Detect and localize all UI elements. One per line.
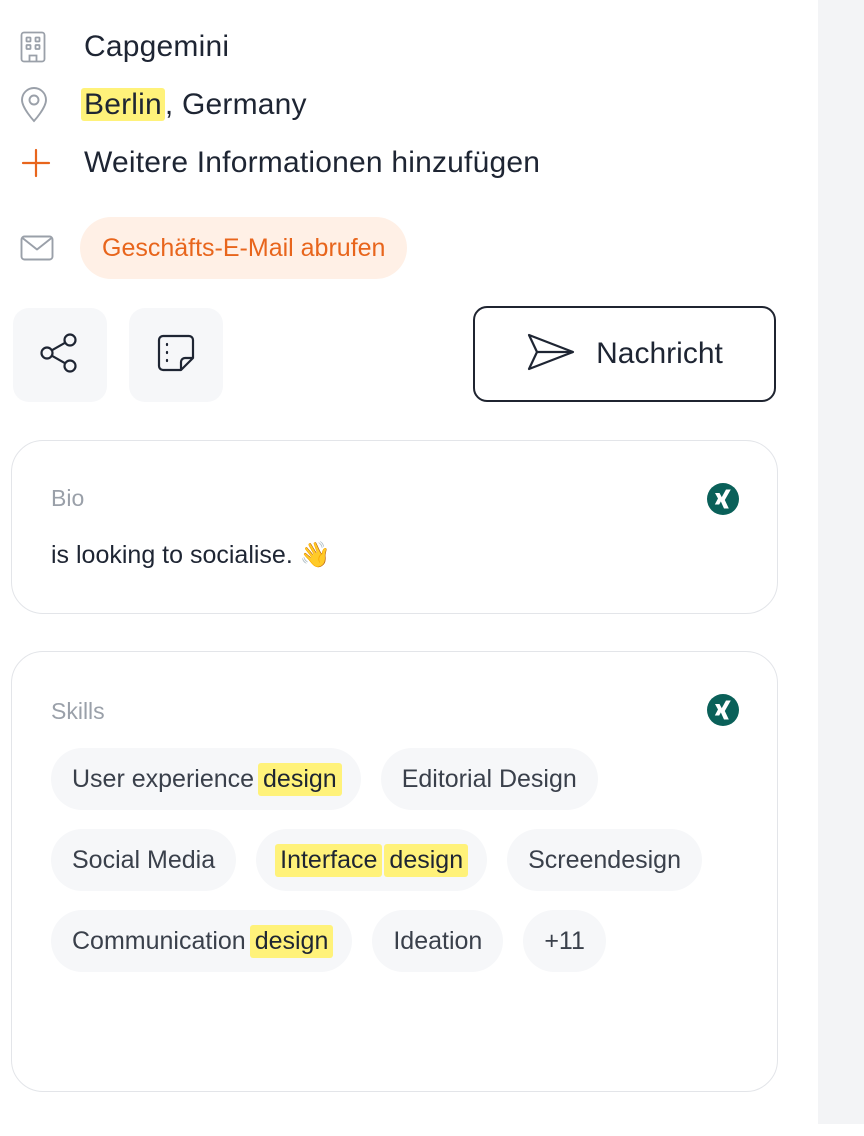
xing-icon	[707, 483, 739, 515]
company-name: Capgemini	[84, 30, 230, 63]
skills-title: Skills	[51, 698, 105, 724]
share-icon	[38, 331, 82, 380]
bio-title: Bio	[51, 485, 85, 511]
sticky-note-icon	[155, 332, 197, 379]
get-business-email-button[interactable]: Geschäfts-E-Mail abrufen	[80, 217, 408, 279]
skill-chip[interactable]: Social Media	[51, 829, 237, 891]
company-row: Capgemini	[20, 27, 229, 67]
bio-text-content: is looking to socialise.	[51, 541, 293, 569]
skill-text: Editorial Design	[401, 764, 577, 793]
scrollbar-track[interactable]	[818, 0, 864, 1124]
message-button[interactable]: Nachricht	[473, 306, 776, 402]
location-city: Berlin	[81, 88, 165, 121]
building-icon	[20, 28, 58, 66]
map-pin-icon	[20, 86, 58, 124]
more-skills-chip[interactable]: +11	[523, 910, 606, 972]
add-info-link[interactable]: Weitere Informationen hinzufügen	[84, 146, 540, 180]
highlighted-keyword: Interface	[275, 843, 383, 877]
skill-chip[interactable]: Communication design	[51, 910, 353, 972]
location-text: Berlin, Germany	[81, 88, 307, 122]
add-info-row[interactable]: Weitere Informationen hinzufügen	[20, 143, 540, 183]
skill-text: Communication	[72, 926, 246, 955]
message-button-label: Nachricht	[596, 337, 723, 370]
skill-text: Social Media	[72, 845, 216, 874]
skill-chip[interactable]: Editorial Design	[380, 748, 598, 810]
share-button[interactable]	[13, 308, 107, 402]
skill-chip[interactable]: Screendesign	[507, 829, 702, 891]
location-country: , Germany	[164, 88, 307, 121]
highlighted-keyword: design	[384, 843, 469, 877]
plus-icon[interactable]	[20, 144, 58, 182]
location-row: Berlin, Germany	[20, 85, 307, 125]
xing-icon	[707, 694, 739, 726]
skill-text: Ideation	[393, 926, 483, 955]
skills-card: Skills User experience design Editorial De…	[11, 651, 778, 1092]
skill-chip[interactable]: User experience design	[51, 748, 361, 810]
highlighted-keyword: design	[249, 924, 334, 958]
skill-text: User experience	[72, 764, 255, 793]
highlighted-keyword: design	[258, 762, 342, 796]
skill-chip[interactable]: Ideation	[372, 910, 504, 972]
skills-list: User experience design Editorial Design Soc…	[51, 748, 751, 972]
waving-hand-emoji: 👋	[299, 541, 331, 569]
mail-icon	[20, 229, 58, 267]
bio-text: is looking to socialise. 👋	[51, 541, 331, 570]
send-icon	[526, 332, 576, 377]
skill-chip[interactable]: Interface design	[256, 829, 488, 891]
skill-text: Screendesign	[528, 845, 681, 874]
email-row: Geschäfts-E-Mail abrufen	[20, 217, 408, 279]
note-button[interactable]	[129, 308, 223, 402]
bio-card: Bio is looking to socialise. 👋	[11, 440, 778, 614]
